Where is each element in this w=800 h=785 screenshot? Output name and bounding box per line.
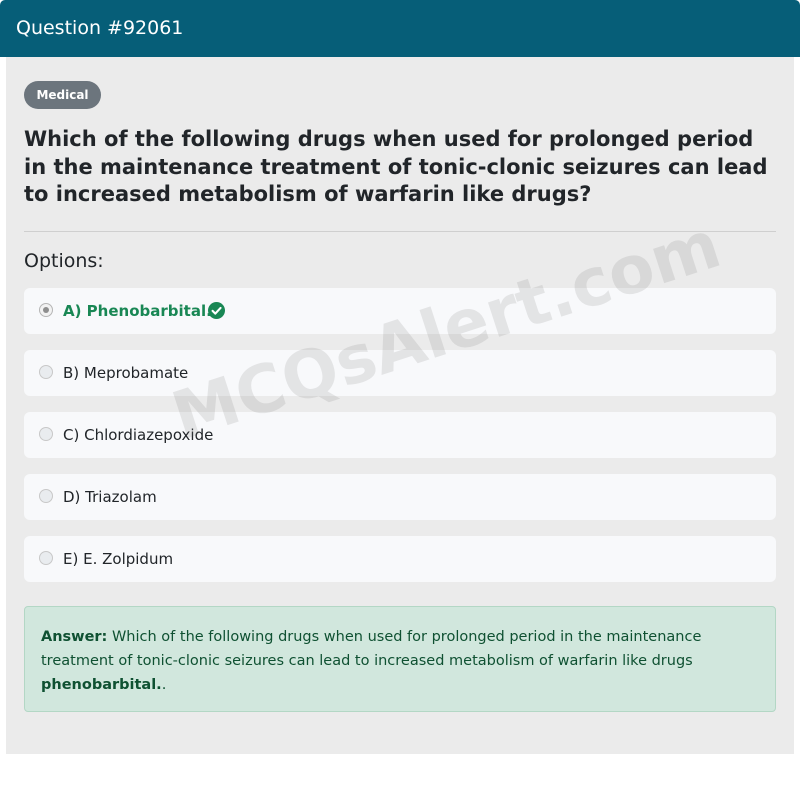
option-b-label: B) Meprobamate: [63, 364, 189, 382]
category-badge[interactable]: Medical: [24, 81, 101, 109]
option-d-label: D) Triazolam: [63, 488, 157, 506]
answer-suffix: .: [161, 677, 167, 693]
option-a[interactable]: A) Phenobarbital.: [24, 288, 776, 334]
answer-box: Answer: Which of the following drugs whe…: [24, 606, 776, 712]
question-header: Question #92061: [0, 0, 800, 57]
option-e-radio[interactable]: [39, 551, 53, 565]
option-d-radio[interactable]: [39, 489, 53, 503]
option-c-radio[interactable]: [39, 427, 53, 441]
answer-prefix: Answer:: [41, 629, 108, 645]
divider: [24, 231, 776, 232]
option-c[interactable]: C) Chlordiazepoxide: [24, 412, 776, 458]
option-d[interactable]: D) Triazolam: [24, 474, 776, 520]
option-b[interactable]: B) Meprobamate: [24, 350, 776, 396]
option-a-radio[interactable]: [39, 303, 53, 317]
option-e-label: E) E. Zolpidum: [63, 550, 174, 568]
answer-text: Which of the following drugs when used f…: [41, 629, 702, 669]
option-e[interactable]: E) E. Zolpidum: [24, 536, 776, 582]
option-c-label: C) Chlordiazepoxide: [63, 426, 214, 444]
options-label: Options:: [24, 250, 104, 272]
question-text: Which of the following drugs when used f…: [24, 127, 768, 206]
answer-value: phenobarbital.: [41, 677, 162, 693]
option-a-label: A) Phenobarbital.: [63, 302, 212, 320]
option-b-radio[interactable]: [39, 365, 53, 379]
question-number-title: Question #92061: [16, 17, 184, 39]
check-circle-icon: [208, 302, 225, 319]
